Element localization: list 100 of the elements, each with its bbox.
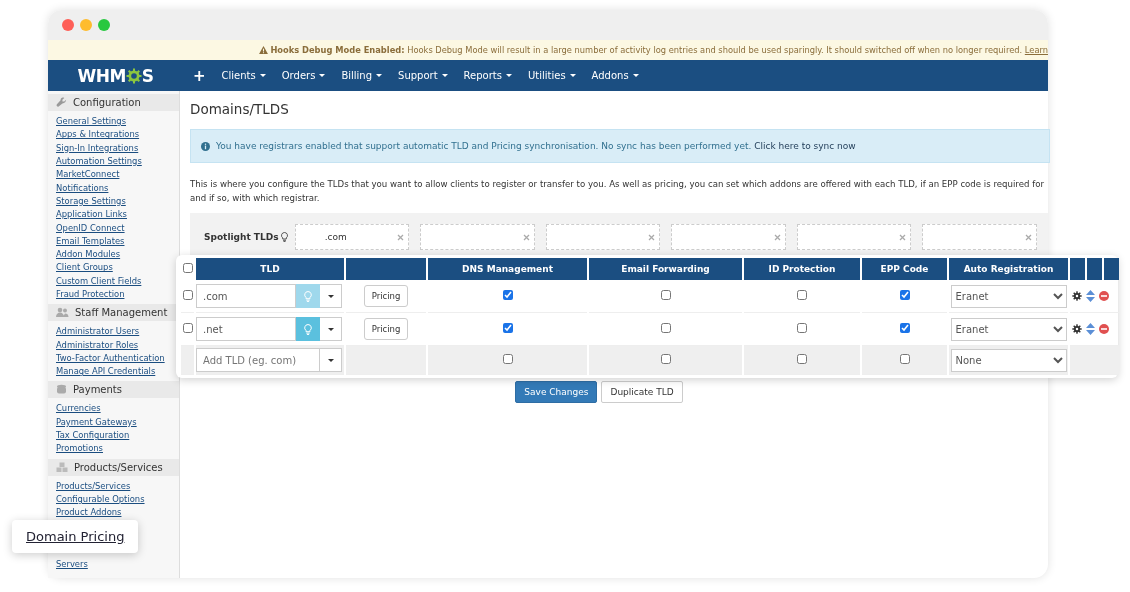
learn-link[interactable]: Learn <box>1024 45 1048 55</box>
lightbulb-icon <box>304 323 312 335</box>
dropdown-toggle[interactable] <box>320 284 342 308</box>
dns-checkbox[interactable] <box>502 354 513 364</box>
clear-icon[interactable] <box>1024 233 1032 241</box>
sidebar-link[interactable]: Storage Settings <box>56 195 126 207</box>
close-dot-icon[interactable] <box>62 19 74 31</box>
email-checkbox[interactable] <box>660 323 671 333</box>
nav-menu-item[interactable]: Clients <box>213 70 274 81</box>
coins-icon <box>56 384 67 396</box>
sync-link[interactable]: Click here to sync now <box>754 141 856 151</box>
nav-menu-item[interactable]: Utilities <box>519 70 584 81</box>
settings-icon[interactable] <box>1072 324 1082 334</box>
sidebar-link[interactable]: Currencies <box>56 403 101 415</box>
column-header <box>1070 258 1085 280</box>
sidebar-link[interactable]: Application Links <box>56 209 127 221</box>
sidebar-link[interactable]: Tax Configuration <box>56 430 130 442</box>
tld-input[interactable]: .com <box>196 284 296 308</box>
nav-menu-item[interactable]: Billing <box>333 70 391 81</box>
page-title: Domains/TLDS <box>190 101 290 117</box>
column-header: Auto Registration <box>949 258 1068 280</box>
sidebar-link[interactable]: Notifications <box>56 182 109 194</box>
epp-checkbox[interactable] <box>899 290 910 300</box>
sidebar-link[interactable]: Client Groups <box>56 262 113 274</box>
clear-icon[interactable] <box>397 233 405 241</box>
id-protection-checkbox[interactable] <box>797 290 807 300</box>
sidebar-link[interactable]: General Settings <box>56 116 127 128</box>
spotlight-field[interactable] <box>671 224 786 250</box>
tld-input[interactable]: .net <box>196 317 296 341</box>
minimize-dot-icon[interactable] <box>80 19 92 31</box>
registrar-select[interactable]: None <box>950 348 1067 372</box>
email-checkbox[interactable] <box>660 354 671 364</box>
row-checkbox[interactable] <box>182 323 193 333</box>
registrar-select[interactable]: Eranet <box>950 317 1067 341</box>
nav-menu-item[interactable]: Orders <box>273 70 334 81</box>
select-all-checkbox[interactable] <box>182 263 193 273</box>
dropdown-toggle[interactable] <box>320 317 342 341</box>
pricing-button[interactable]: Pricing <box>363 285 409 307</box>
caret-icon <box>632 74 639 77</box>
sidebar-link[interactable]: Automation Settings <box>56 156 142 168</box>
sidebar-link[interactable]: MarketConnect <box>56 169 120 181</box>
id-protection-checkbox[interactable] <box>797 323 807 333</box>
sidebar-link[interactable]: Administrator Roles <box>56 339 139 351</box>
section-title: Payments <box>73 384 122 396</box>
clear-icon[interactable] <box>522 233 530 241</box>
save-changes-button[interactable]: Save Changes <box>515 381 598 403</box>
domain-pricing-tooltip[interactable]: Domain Pricing <box>12 520 139 553</box>
column-header: TLD <box>196 258 344 280</box>
alert-message: You have registrars enabled that support automatic TLD and Pricing synchronisation. No sync has been performed yet. Click here to sync now <box>216 141 856 151</box>
email-checkbox[interactable] <box>660 290 671 300</box>
spotlight-field[interactable] <box>922 224 1037 250</box>
clear-icon[interactable] <box>648 233 656 241</box>
sidebar-link[interactable]: Promotions <box>56 443 103 455</box>
sidebar-link[interactable]: Fraud Protection <box>56 289 125 300</box>
new-tld-input[interactable]: Add TLD (eg. com) <box>196 348 320 372</box>
tld-value-input[interactable]: .com <box>295 232 376 242</box>
sidebar-link[interactable]: Sign-In Integrations <box>56 142 139 154</box>
sidebar-link[interactable]: Addon Modules <box>56 249 121 261</box>
nav-menu-item[interactable]: Reports <box>455 70 520 81</box>
sidebar-link[interactable]: Products/Services <box>56 480 131 492</box>
spotlight-field[interactable] <box>545 224 661 250</box>
sidebar-link[interactable]: Custom Client Fields <box>56 275 142 287</box>
sidebar-link[interactable]: Manage API Credentials <box>56 366 156 378</box>
registrar-select[interactable]: Eranet <box>950 284 1067 308</box>
pricing-button[interactable]: Pricing <box>363 318 409 340</box>
remove-icon[interactable] <box>1099 324 1109 334</box>
sidebar-link[interactable]: Administrator Users <box>56 326 140 338</box>
sidebar-link[interactable]: Apps & Integrations <box>56 129 140 141</box>
settings-icon[interactable] <box>1072 291 1082 301</box>
dns-checkbox[interactable] <box>502 323 513 333</box>
column-header: Email Forwarding <box>589 258 742 280</box>
clear-icon[interactable] <box>773 233 781 241</box>
spotlight-field[interactable] <box>420 224 535 250</box>
logo: WHM S <box>76 65 155 86</box>
clear-icon[interactable] <box>899 233 907 241</box>
sidebar-link[interactable]: Configurable Options <box>56 493 145 505</box>
sidebar-link[interactable]: Product Addons <box>56 507 122 519</box>
epp-checkbox[interactable] <box>899 323 910 333</box>
nav-menu-item[interactable]: Addons <box>583 70 647 81</box>
description-text: This is where you configure the TLDs that you want to allow clients to register or transfer to you. As well as pricing, you can set which addons are offered with each TLD, if an EPP code is required for and if so, with which registrar. <box>190 178 1045 205</box>
column-header <box>1104 258 1119 280</box>
spotlight-toggle[interactable] <box>296 284 320 308</box>
remove-icon[interactable] <box>1099 291 1109 301</box>
id-protection-checkbox[interactable] <box>797 354 807 364</box>
spotlight-toggle[interactable] <box>296 317 320 341</box>
row-checkbox[interactable] <box>182 290 193 300</box>
spotlight-field[interactable]: .com <box>294 224 410 250</box>
dns-checkbox[interactable] <box>502 290 513 300</box>
spotlight-field[interactable] <box>796 224 912 250</box>
sidebar-link[interactable]: Email Templates <box>56 235 125 247</box>
sidebar-link[interactable]: OpenID Connect <box>56 222 125 234</box>
sidebar-link[interactable]: Two-Factor Authentication <box>56 352 165 364</box>
duplicate-tld-button[interactable]: Duplicate TLD <box>601 381 683 403</box>
dropdown-toggle[interactable] <box>320 348 342 372</box>
epp-checkbox[interactable] <box>899 354 910 364</box>
sidebar-link[interactable]: Payment Gateways <box>56 416 137 428</box>
add-button[interactable]: + <box>193 66 206 85</box>
maximize-dot-icon[interactable] <box>98 19 110 31</box>
nav-menu-item[interactable]: Support <box>390 70 456 81</box>
sidebar-link[interactable]: Servers <box>56 558 88 570</box>
